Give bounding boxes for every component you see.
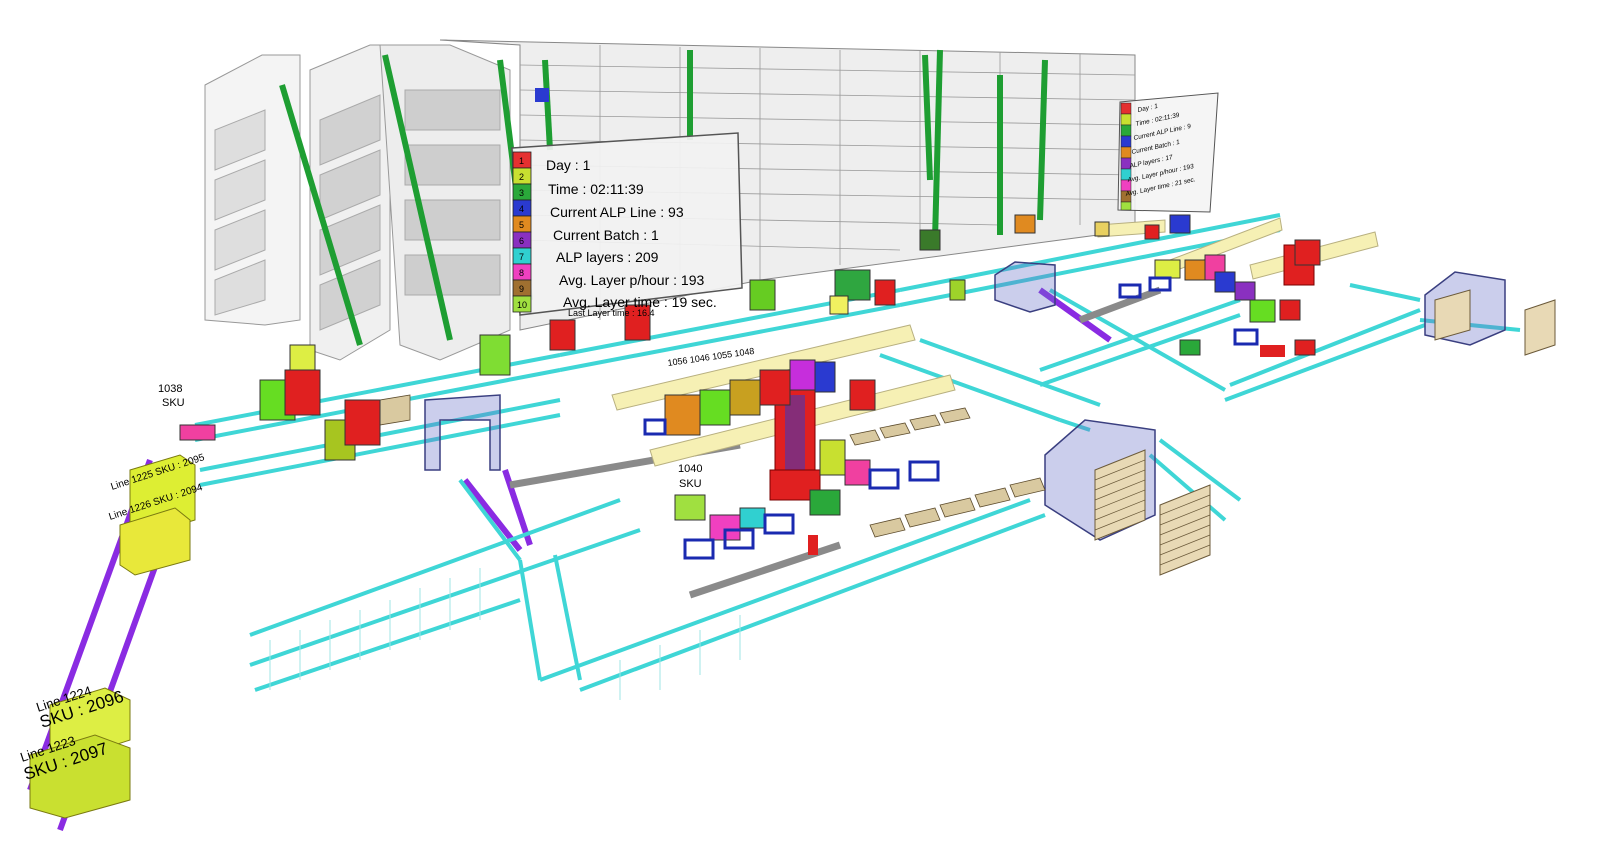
panel-time: Time : 02:11:39 [548, 181, 644, 197]
legend-number-7: 7 [519, 252, 524, 262]
legend-number-8: 8 [519, 268, 524, 278]
purple-tracks [27, 287, 1112, 832]
sku-1038-number: 1038 [158, 383, 182, 395]
warehouse-simulation-scene: 1038 SKU 1040 SKU 1056 1046 1055 1048 Li… [18, 39, 1556, 832]
panel-day: Day : 1 [546, 157, 591, 173]
legend-number-2: 2 [519, 172, 524, 182]
panel-avg-layer-per-hour: Avg. Layer p/hour : 193 [559, 272, 704, 288]
legend-number-1: 1 [519, 156, 524, 166]
legend-number-4: 4 [519, 204, 524, 214]
sku-1040-word: SKU [679, 478, 702, 490]
legend-number-5: 5 [519, 220, 524, 230]
legend-number-10: 10 [517, 300, 527, 310]
legend-number-6: 6 [519, 236, 524, 246]
sku-1040-number: 1040 [678, 463, 702, 475]
secondary-status-panel: Day : 1 Time : 02:11:39 Current ALP Line… [1117, 92, 1219, 213]
panel-current-batch: Current Batch : 1 [553, 227, 659, 243]
panel-last-layer-time: Last Layer time : 16.4 [568, 308, 655, 318]
main-status-panel: 1 2 3 4 5 6 7 8 9 10 Day : 1 Time : 02:1… [511, 132, 743, 318]
panel-alp-layers: ALP layers : 209 [556, 249, 659, 265]
legend-number-9: 9 [519, 284, 524, 294]
sku-1038-word: SKU [162, 397, 185, 409]
legend-number-3: 3 [519, 188, 524, 198]
panel-current-alp-line: Current ALP Line : 93 [550, 204, 684, 220]
